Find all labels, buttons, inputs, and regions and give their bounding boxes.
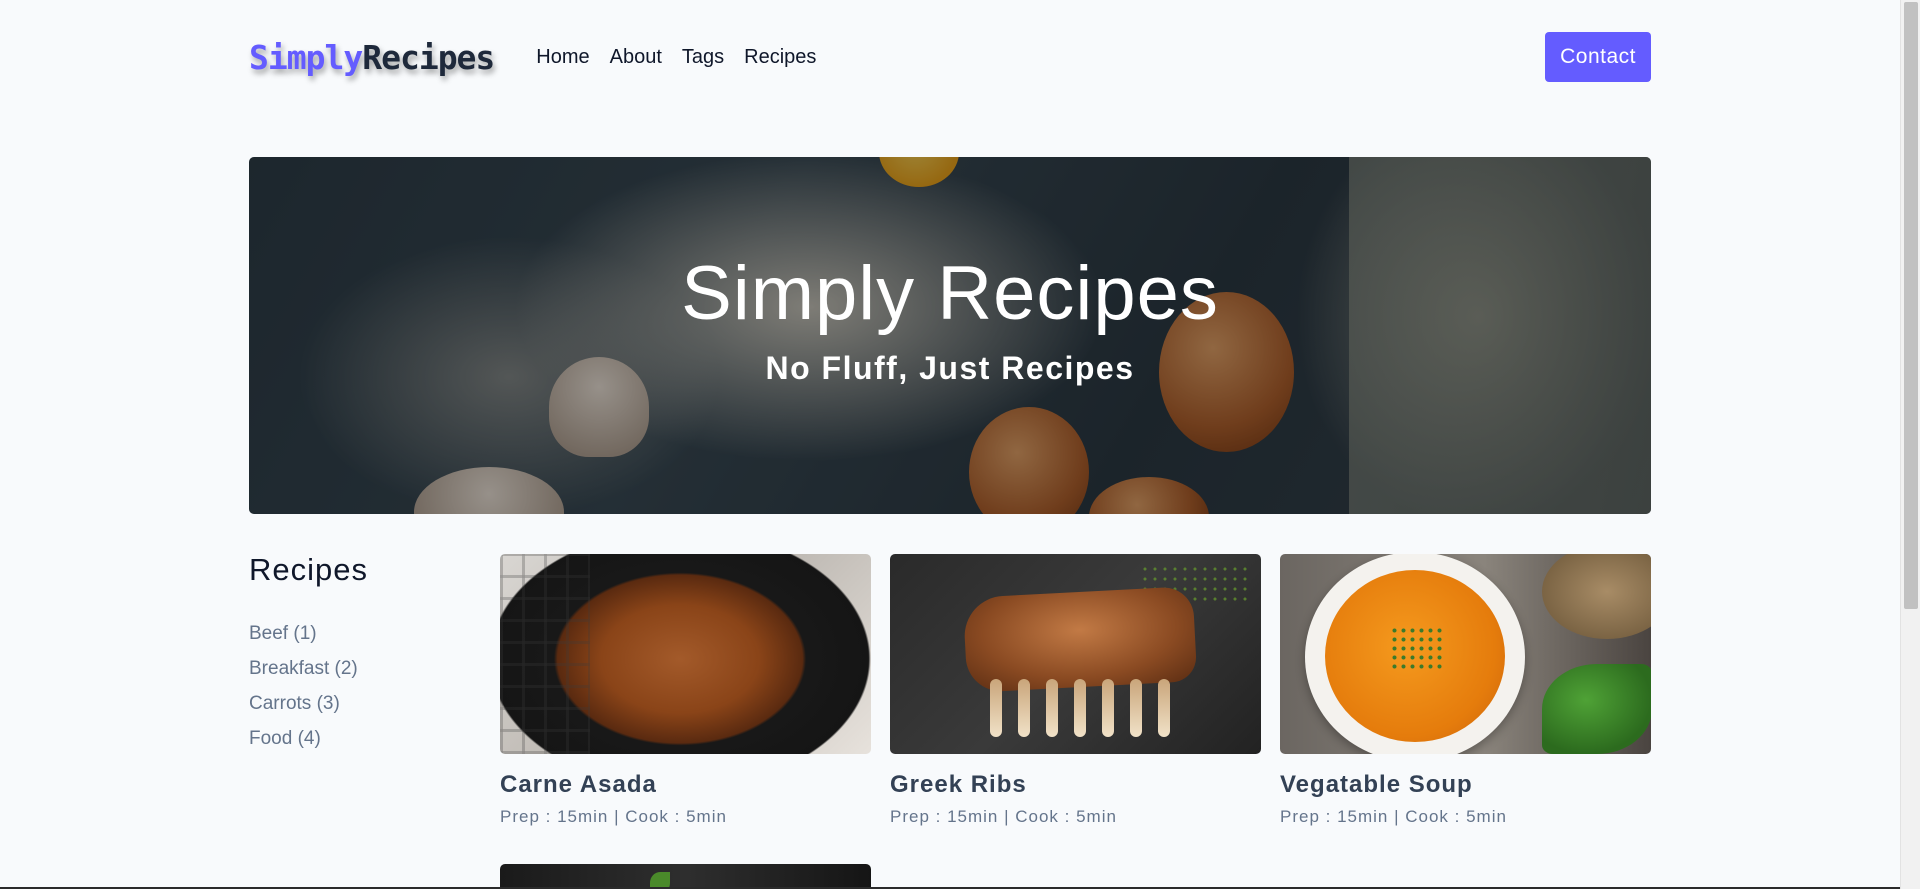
recipe-title: Vegatable Soup [1280,771,1473,798]
hero-banner: Simply Recipes No Fluff, Just Recipes [249,157,1651,514]
logo-text-simply: Simply [249,37,363,77]
recipe-meta: Prep : 15min | Cook : 5min [890,807,1117,826]
recipe-image-detail [500,554,590,754]
nav-links: Home About Tags Recipes [536,31,816,83]
recipe-image [500,554,871,754]
recipe-image-detail [1074,679,1086,737]
hero-text: Simply Recipes No Fluff, Just Recipes [249,157,1651,514]
contact-button[interactable]: Contact [1545,32,1651,82]
recipe-image-detail [1018,679,1030,737]
logo-text-recipes: Recipes [362,37,495,77]
recipe-image [1280,554,1651,754]
recipe-image [890,554,1261,754]
site-logo[interactable]: Simply Recipes [249,37,495,77]
recipe-card-partial[interactable] [500,864,871,889]
tag-link-beef[interactable]: Beef (1) [249,616,469,651]
recipe-title: Greek Ribs [890,771,1027,798]
recipe-image-detail [1046,679,1058,737]
recipe-meta: Prep : 15min | Cook : 5min [500,807,727,826]
hero-title: Simply Recipes [681,251,1219,336]
recipe-title: Carne Asada [500,771,657,798]
nav-link-about[interactable]: About [610,31,662,83]
tag-link-carrots[interactable]: Carrots (3) [249,686,469,721]
recipe-card-vegatable-soup[interactable]: Vegatable Soup Prep : 15min | Cook : 5mi… [1280,554,1651,827]
recipe-image-detail [1542,554,1651,639]
nav-link-tags[interactable]: Tags [682,31,724,83]
recipe-image-detail [1390,626,1445,671]
nav-link-home[interactable]: Home [536,31,589,83]
recipe-image-detail [1542,664,1651,754]
tag-list: Beef (1) Breakfast (2) Carrots (3) Food … [249,616,469,756]
page-scrollbar[interactable] [1900,0,1920,889]
recipe-card-greek-ribs[interactable]: Greek Ribs Prep : 15min | Cook : 5min [890,554,1261,827]
tag-link-breakfast[interactable]: Breakfast (2) [249,651,469,686]
recipe-image-detail [962,586,1198,693]
recipe-image-detail [1102,679,1114,737]
recipe-image-detail [1158,679,1170,737]
recipe-image-detail [990,679,1002,737]
recipe-meta: Prep : 15min | Cook : 5min [1280,807,1507,826]
scrollbar-thumb[interactable] [1904,2,1918,609]
hero-subtitle: No Fluff, Just Recipes [765,350,1135,386]
navbar: Simply Recipes Home About Tags Recipes Co… [249,31,1651,83]
nav-link-recipes[interactable]: Recipes [744,31,816,83]
tag-link-food[interactable]: Food (4) [249,721,469,756]
recipe-image-detail [1130,679,1142,737]
sidebar-title: Recipes [249,552,368,587]
recipe-card-carne-asada[interactable]: Carne Asada Prep : 15min | Cook : 5min [500,554,871,827]
tags-sidebar: Recipes Beef (1) Breakfast (2) Carrots (… [249,552,469,756]
